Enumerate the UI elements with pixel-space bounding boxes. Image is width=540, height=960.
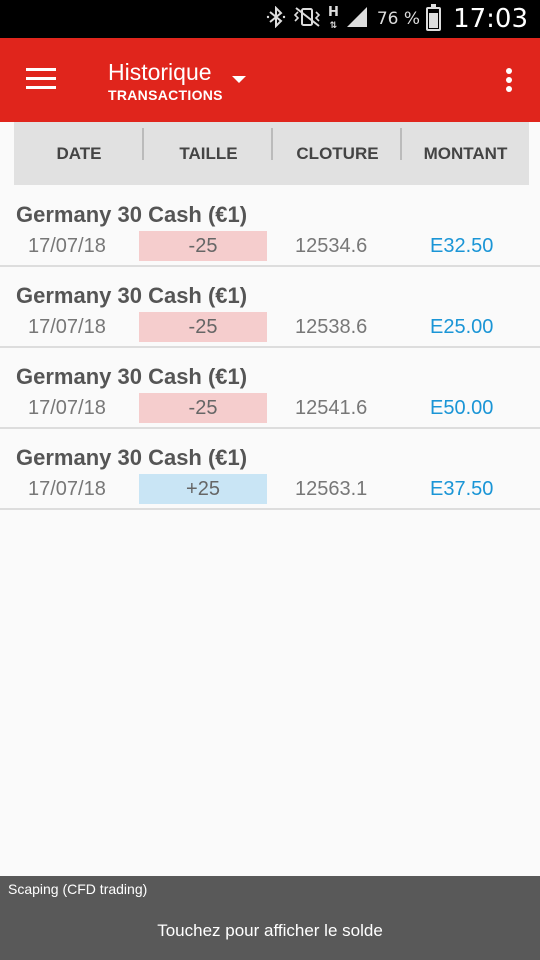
closing-price: 12563.1 [295,478,368,500]
transaction-list: Germany 30 Cash (€1) 17/07/18 -25 12534.… [0,186,540,510]
column-header-amount[interactable]: MONTANT [402,144,529,164]
transaction-row[interactable]: Germany 30 Cash (€1) 17/07/18 -25 12534.… [0,186,540,267]
transaction-date: 17/07/18 [28,478,106,500]
transaction-size: -25 [139,312,267,342]
closing-price: 12538.6 [295,316,368,338]
column-header-size[interactable]: TAILLE [144,127,273,164]
title-dropdown[interactable]: Historique TRANSACTIONS [108,59,223,103]
instrument-name: Germany 30 Cash (€1) [16,202,248,227]
page-subtitle: TRANSACTIONS [108,87,223,103]
closing-price: 12541.6 [295,397,368,419]
closing-price: 12534.6 [295,235,368,257]
transaction-row[interactable]: Germany 30 Cash (€1) 17/07/18 -25 12541.… [0,348,540,429]
transaction-row[interactable]: Germany 30 Cash (€1) 17/07/18 +25 12563.… [0,429,540,510]
status-bar: H ⇅ 76 % 17:03 [0,0,540,38]
network-type-label: H [327,4,339,20]
clock: 17:03 [453,4,528,34]
transaction-size: -25 [139,393,267,423]
battery-fill [429,12,439,28]
transaction-row[interactable]: Germany 30 Cash (€1) 17/07/18 -25 12538.… [0,267,540,348]
transaction-amount: E25.00 [430,316,494,338]
battery-percent: 76 % [376,9,421,29]
instrument-name: Germany 30 Cash (€1) [16,283,248,308]
menu-icon[interactable] [26,68,56,90]
transaction-date: 17/07/18 [28,397,106,419]
transaction-date: 17/07/18 [28,235,106,257]
transaction-size: -25 [139,231,267,261]
vibrate-off-icon [292,6,322,33]
show-balance-hint: Touchez pour afficher le solde [157,921,383,940]
table-header: DATE TAILLE CLOTURE MONTANT [14,122,529,185]
account-name: Scaping (CFD trading) [8,881,148,897]
more-options-icon[interactable] [506,68,514,94]
chevron-down-icon[interactable] [232,76,246,83]
signal-icon [345,6,369,33]
status-icons: H ⇅ 76 % 17:03 [266,0,528,38]
transaction-size: +25 [139,474,267,504]
network-h-icon: H ⇅ [327,4,339,31]
column-header-close[interactable]: CLOTURE [273,127,402,164]
page-title: Historique [108,59,212,85]
column-header-date[interactable]: DATE [14,127,144,164]
transaction-amount: E37.50 [430,478,494,500]
instrument-name: Germany 30 Cash (€1) [16,364,248,389]
transaction-date: 17/07/18 [28,316,106,338]
app-bar: Historique TRANSACTIONS [0,38,540,122]
balance-bar[interactable]: Scaping (CFD trading) Touchez pour affic… [0,876,540,960]
transaction-amount: E50.00 [430,397,494,419]
bluetooth-icon [266,5,286,33]
instrument-name: Germany 30 Cash (€1) [16,445,248,470]
transaction-amount: E32.50 [430,235,494,257]
battery-icon [426,4,442,31]
